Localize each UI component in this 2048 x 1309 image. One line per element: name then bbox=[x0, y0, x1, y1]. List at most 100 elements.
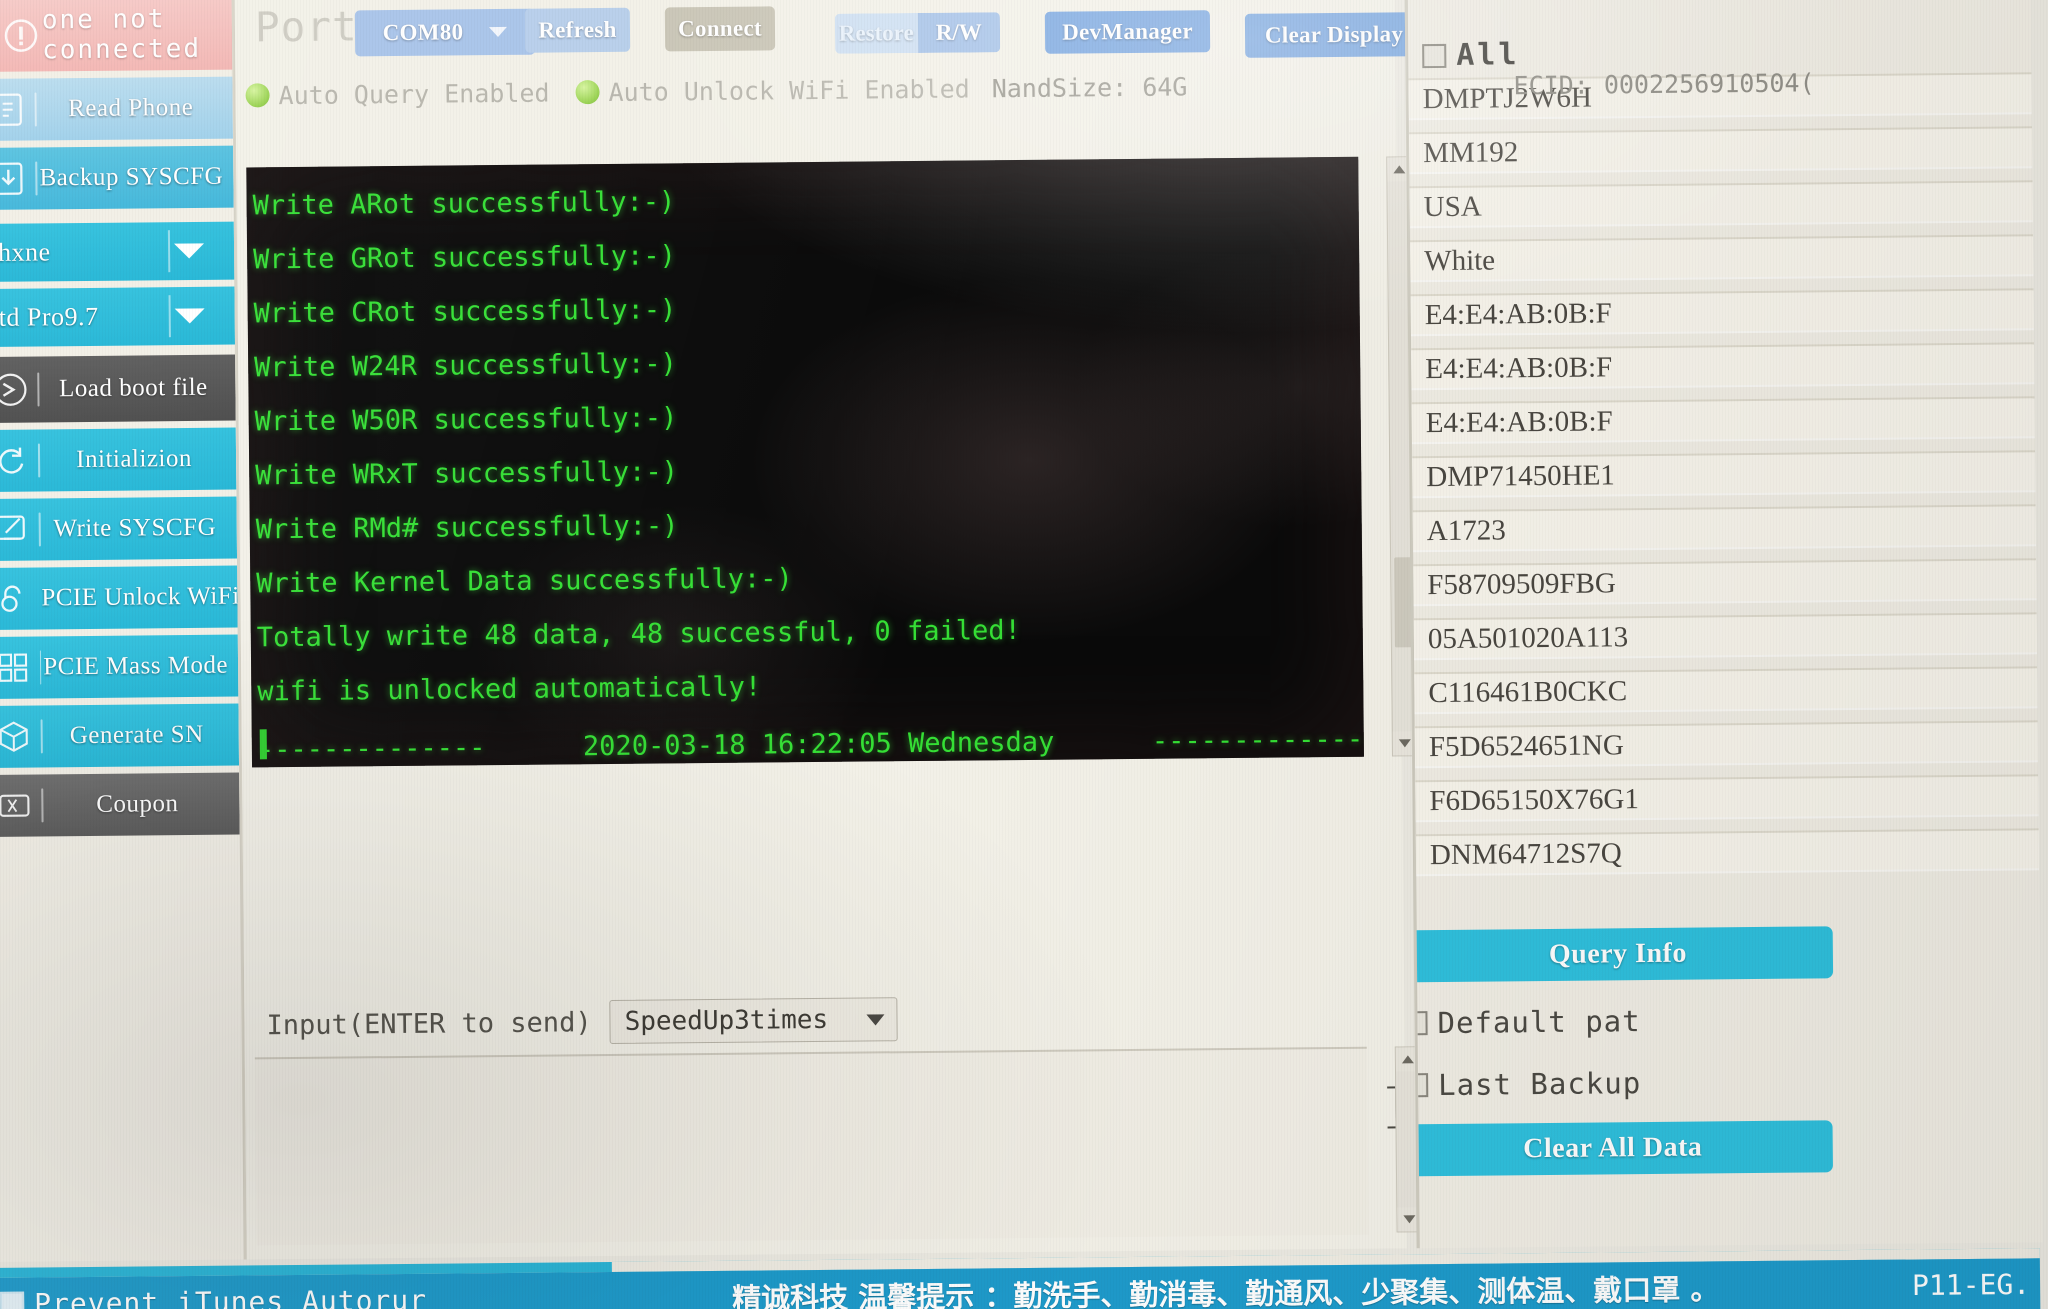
marquee-notice: 精诚科技 温馨提示 ：勤洗手、勤消毒、勤通风、少聚集、测体温、戴口罩 。 bbox=[732, 1272, 1720, 1309]
sidebar-item-coupon[interactable]: Coupon bbox=[0, 772, 240, 837]
console-lines: Write ARot successfully:-) Write GRot su… bbox=[246, 157, 1364, 768]
checkbox-icon[interactable] bbox=[0, 1291, 25, 1309]
sidebar-item-load-boot-file[interactable]: Load boot file bbox=[0, 354, 236, 423]
sidebar-item-label: Read Phone bbox=[68, 93, 194, 123]
select-all-checkbox[interactable]: All bbox=[1422, 37, 1520, 73]
divider bbox=[34, 92, 37, 127]
main-panel: Port COM80 Refresh Connect Restore R/W D… bbox=[234, 0, 1424, 1260]
sidebar-item-write-syscfg[interactable]: Write SYSCFG bbox=[0, 496, 238, 561]
status-led-icon bbox=[575, 80, 600, 105]
status-banner-not-connected: one not connected bbox=[0, 0, 233, 72]
device-info-field[interactable]: C116461B0CKC bbox=[1414, 666, 2038, 713]
clear-display-button[interactable]: Clear Display bbox=[1244, 12, 1424, 58]
device-info-field[interactable]: F5D6524651NG bbox=[1414, 720, 2039, 767]
sidebar-item-label: PCIE Unlock WiFi bbox=[41, 582, 240, 612]
refresh-button[interactable]: Refresh bbox=[524, 7, 631, 53]
devmanager-button[interactable]: DevManager bbox=[1044, 10, 1211, 54]
rw-segment[interactable]: R/W bbox=[917, 12, 1001, 53]
sidebar-item-label: PCIE Mass Mode bbox=[43, 651, 229, 681]
ticket-icon bbox=[0, 774, 42, 837]
sidebar-item-initializion[interactable]: Initializion bbox=[0, 427, 237, 492]
input-bar: Input(ENTER to send) SpeedUp3times bbox=[254, 987, 1366, 1054]
device-info-field[interactable]: DMP71450HE1 bbox=[1412, 450, 2036, 497]
right-panel: All DMPTJ2W6H MM192 USA White E4:E4:AB:0B:F E… bbox=[1404, 0, 2043, 1249]
device-info-field[interactable]: E4:E4:AB:0B:F bbox=[1411, 342, 2035, 389]
sidebar-item-label: Initializion bbox=[76, 444, 193, 474]
checkbox-icon[interactable] bbox=[1404, 1011, 1428, 1036]
device-model-select[interactable]: hxne bbox=[0, 221, 235, 282]
divider bbox=[37, 443, 41, 478]
prevent-itunes-label: Prevent iTunes Autorur bbox=[34, 1283, 428, 1309]
auto-unlock-status: Auto Unlock WiFi Enabled bbox=[575, 73, 970, 107]
refresh-icon bbox=[0, 429, 38, 492]
com-port-value: COM80 bbox=[382, 19, 464, 46]
prevent-itunes-checkbox[interactable]: Prevent iTunes Autorur bbox=[0, 1283, 427, 1309]
device-info-field[interactable]: F58709509FBG bbox=[1413, 558, 2037, 605]
divider bbox=[168, 295, 171, 338]
default-path-checkbox[interactable]: Default pat bbox=[1404, 1004, 1641, 1041]
divider bbox=[41, 788, 44, 823]
device-info-field[interactable]: E4:E4:AB:0B:F bbox=[1411, 396, 2035, 443]
last-backup-label: Last Backup bbox=[1437, 1066, 1642, 1103]
play-circle-icon bbox=[0, 356, 38, 423]
default-path-label: Default pat bbox=[1437, 1004, 1641, 1041]
last-backup-checkbox[interactable]: Last Backup bbox=[1404, 1066, 1642, 1103]
chevron-down-icon[interactable] bbox=[174, 308, 205, 324]
device-info-field[interactable]: MM192 bbox=[1409, 126, 2033, 173]
com-port-select[interactable]: COM80 bbox=[354, 8, 536, 57]
version-label: P11-EG. bbox=[1911, 1267, 2031, 1303]
sidebar-item-label: Backup SYSCFG bbox=[39, 162, 224, 192]
checkbox-icon[interactable] bbox=[1422, 43, 1447, 68]
chevron-down-icon[interactable] bbox=[174, 243, 205, 259]
restore-rw-toggle[interactable]: Restore R/W bbox=[834, 12, 1001, 54]
download-icon bbox=[0, 147, 36, 210]
sidebar-item-pcie-unlock-wifi[interactable]: PCIE Unlock WiFi bbox=[0, 565, 240, 630]
chevron-down-icon bbox=[489, 26, 508, 38]
sidebar-item-pcie-mass-mode[interactable]: PCIE Mass Mode bbox=[0, 634, 239, 699]
phone-read-icon bbox=[0, 78, 35, 141]
input-label: Input(ENTER to send) bbox=[266, 1006, 592, 1041]
clear-all-data-button[interactable]: Clear All Data bbox=[1404, 1120, 1834, 1177]
divider bbox=[37, 372, 40, 407]
restore-segment[interactable]: Restore bbox=[834, 12, 918, 54]
sidebar-item-generate-sn[interactable]: Generate SN bbox=[0, 703, 240, 768]
sidebar-item-label: Write SYSCFG bbox=[53, 513, 217, 543]
preset-command-select[interactable]: SpeedUp3times bbox=[609, 997, 898, 1044]
device-info-field-list: DMPTJ2W6H MM192 USA White E4:E4:AB:0B:F E4:E4… bbox=[1408, 72, 2040, 888]
console-output[interactable]: Write ARot successfully:-) Write GRot su… bbox=[246, 156, 1364, 768]
select-all-label: All bbox=[1456, 37, 1520, 73]
unlock-icon bbox=[0, 567, 40, 630]
sidebar-item-backup-syscfg[interactable]: Backup SYSCFG bbox=[0, 145, 234, 210]
nand-size-label: NandSize: 64G bbox=[991, 71, 1188, 103]
sidebar-item-label: Load boot file bbox=[58, 373, 208, 403]
auto-unlock-label: Auto Unlock WiFi Enabled bbox=[608, 73, 970, 107]
left-sidebar: one not connected Read Phone Backup SYSC… bbox=[0, 0, 247, 1262]
query-info-button[interactable]: Query Info bbox=[1404, 926, 1834, 983]
warning-icon bbox=[0, 0, 42, 72]
connect-button[interactable]: Connect bbox=[664, 6, 776, 52]
device-info-field[interactable]: 05A501020A113 bbox=[1413, 612, 2038, 659]
divider bbox=[35, 161, 38, 196]
write-icon bbox=[0, 498, 39, 561]
preset-command-value: SpeedUp3times bbox=[624, 1004, 829, 1037]
divider bbox=[40, 719, 43, 754]
auto-query-status: Auto Query Enabled bbox=[245, 78, 550, 110]
grid-icon bbox=[0, 636, 40, 699]
divider bbox=[167, 230, 171, 273]
input-textarea[interactable] bbox=[254, 1046, 1369, 1246]
status-banner-label: one not connected bbox=[41, 4, 202, 66]
device-info-field[interactable]: DNM64712S7Q bbox=[1415, 828, 2040, 875]
chevron-down-icon bbox=[866, 1013, 885, 1026]
sidebar-item-read-phone[interactable]: Read Phone bbox=[0, 76, 234, 141]
status-led-icon bbox=[245, 83, 270, 108]
device-info-field[interactable]: A1723 bbox=[1412, 504, 2036, 551]
device-info-field[interactable]: E4:E4:AB:0B:F bbox=[1410, 288, 2034, 335]
sidebar-item-label: Coupon bbox=[96, 790, 179, 818]
box-icon bbox=[0, 705, 41, 768]
device-info-field[interactable]: F6D65150X76G1 bbox=[1415, 774, 2039, 821]
ecid-label: ECID: 0002256910504( bbox=[1513, 68, 1815, 101]
auto-query-label: Auto Query Enabled bbox=[278, 78, 550, 110]
device-info-field[interactable]: White bbox=[1410, 234, 2034, 281]
device-info-field[interactable]: USA bbox=[1409, 180, 2033, 227]
device-variant-select[interactable]: td Pro9.7 bbox=[0, 286, 235, 347]
